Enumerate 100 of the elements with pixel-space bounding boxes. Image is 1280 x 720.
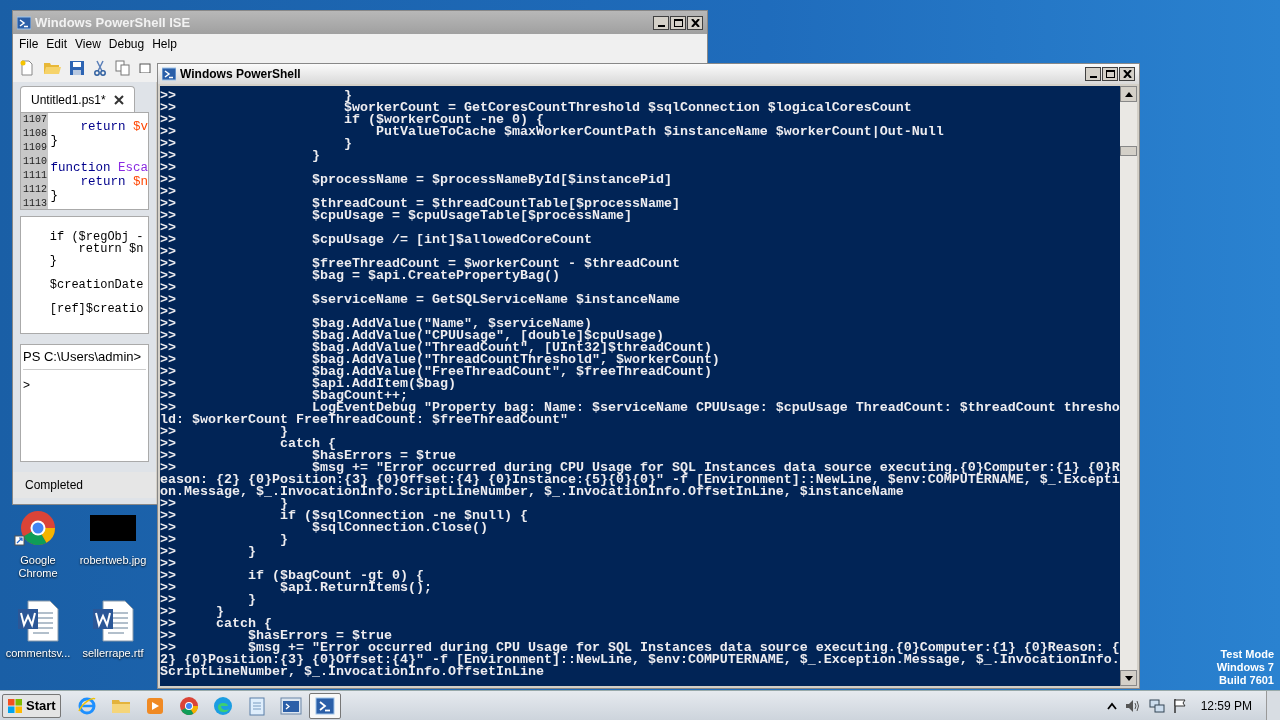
desktop-icon-label[interactable]: robertweb.jpg [79, 554, 147, 567]
maximize-button[interactable] [670, 15, 686, 30]
word-document-icon[interactable] [91, 599, 135, 643]
console-line: >> $cpuUsage /= [int]$allowedCoreCount [160, 234, 593, 246]
close-icon [690, 18, 700, 27]
desktop-icon-label[interactable]: Google Chrome [2, 554, 74, 580]
code-line: if ($regObj - [48, 231, 145, 243]
script-pane[interactable]: if ($regObj - return $n } $creationDate [ref]$creatio [20, 216, 149, 334]
close-button[interactable] [1119, 67, 1135, 81]
minimize-button[interactable] [653, 15, 669, 30]
windows-logo-icon [7, 697, 23, 714]
code-line: } [50, 134, 58, 148]
code-line: return $v [79, 120, 148, 134]
word-document-icon[interactable] [16, 599, 60, 643]
console-line: >> $cpuUsage = $cpuUsageTable[$processName] [160, 210, 632, 222]
console-line: >> $workerCount = GetCoresCountThreshold $sqlConnection $logicalCoresCount [160, 102, 913, 114]
code-line: } [50, 189, 58, 203]
console-line: ScriptLineNumber, $_.InvocationInfo.OffsetInLine [160, 666, 544, 678]
system-notice: Build 7601 [1218, 674, 1274, 687]
console-line: >> } [160, 534, 289, 546]
desktop-icon-label[interactable]: sellerrape.rtf [82, 647, 144, 660]
console-line: >> LogEventDebug "Property bag: Name: $serviceName CPUUsage: $cpuUsage ThreadCount: $threadCount thresho [160, 402, 1120, 414]
console-line: >> $serviceName = GetSQLServiceName $instanceName [160, 294, 681, 306]
minimize-button[interactable] [1085, 67, 1101, 81]
line-number: 1110 [22, 155, 48, 169]
console-line: >> [160, 246, 177, 258]
code-line: function Esca [50, 161, 148, 175]
internet-explorer-icon[interactable] [76, 695, 97, 716]
start-button[interactable]: Start [2, 693, 61, 718]
console-line: >> [160, 558, 177, 570]
clipboard-icon[interactable] [139, 63, 151, 73]
console-line: >> $bag.AddValue("CPUUsage", [double]$cpuUsage) [160, 330, 664, 342]
line-number: 1112 [22, 183, 48, 197]
scrollbar[interactable] [1120, 86, 1137, 686]
console-line: on.Message, $_.InvocationInfo.ScriptLineNumber, $_.InvocationInfo.OffsetInLine, $instanceName [160, 486, 904, 498]
console-line: >> $msg += "Error occurred during CPU Usage for SQL Instances data source executing.{0}Computer:{1} {0}R [160, 462, 1120, 474]
console-line: >> $api.AddItem($bag) [160, 378, 456, 390]
console-line: >> [160, 162, 177, 174]
taskbar-button[interactable] [308, 692, 341, 719]
powershell-icon [162, 67, 176, 81]
console-line: >> $bag.AddValue("Name", $serviceName) [160, 318, 592, 330]
file-tab[interactable]: Untitled1.ps1* [20, 86, 135, 112]
powershell-icon[interactable] [314, 696, 335, 715]
console-pane[interactable]: PS C:\Users\admin> > [20, 344, 149, 462]
prompt-symbol: > [23, 376, 30, 394]
scissors-icon[interactable] [93, 60, 107, 76]
speaker-icon[interactable] [1124, 698, 1141, 713]
window-title: Windows PowerShell ISE [35, 13, 192, 32]
console-line: >> $bag.AddValue("FreeThreadCount", $freeThreadCount) [160, 366, 712, 378]
menu-item[interactable]: Edit [44, 35, 70, 53]
console-line: >> [160, 186, 177, 198]
menu-item[interactable]: File [17, 35, 41, 53]
close-icon [1122, 70, 1132, 78]
close-button[interactable] [687, 15, 703, 30]
console-line: >> } [160, 150, 321, 162]
scroll-down-button[interactable] [1120, 670, 1137, 686]
console-line: >> } [160, 594, 257, 606]
console-line: >> } [160, 90, 352, 102]
code-line: } [48, 255, 58, 267]
console-line: >> $bagCount++; [160, 390, 408, 402]
console-line: >> $processName = $processNameById[$instancePid] [160, 174, 673, 186]
clock[interactable]: 12:59 PM [1200, 696, 1252, 715]
console-prompt: PS C:\Users\admin> [23, 347, 146, 370]
code-line: [ref]$creatio [48, 303, 145, 315]
console-line: >> if ($bagCount -gt 0) { [160, 570, 424, 582]
copy-icon[interactable] [115, 60, 131, 76]
line-number: 1108 [22, 127, 48, 141]
arrow-up-icon [1124, 91, 1133, 97]
console-line: 2} {0}Position:{3} {0}Offset:{4}" -f [Environment]::NewLine, $env:COMPUTERNAME, $_.Exception.Message, $_.InvocationInfo. [160, 654, 1120, 666]
scroll-thumb[interactable] [1120, 146, 1137, 156]
chevron-up-icon[interactable] [1106, 701, 1117, 710]
console-line: ld: $workerCount FreeThreadCount: $freeThreadCount" [160, 414, 569, 426]
network-icon[interactable] [1148, 697, 1165, 714]
console-line: >> catch { [160, 438, 336, 450]
window-title: Windows PowerShell [180, 66, 302, 83]
console-line: >> $bag.AddValue("ThreadCountThreshold", $workerCount) [160, 354, 721, 366]
arrow-down-icon [1124, 675, 1133, 681]
console-line: >> } [160, 138, 353, 150]
line-number: 1107 [22, 113, 48, 127]
menu-item[interactable]: Help [150, 35, 179, 53]
console-line: >> [160, 222, 177, 234]
console-line: >> } [160, 498, 288, 510]
console-line: >> catch { [160, 618, 272, 630]
code-line: return $n [79, 175, 148, 189]
save-icon[interactable] [69, 60, 85, 76]
code-line: return $n [78, 243, 145, 255]
maximize-button[interactable] [1102, 67, 1118, 81]
line-number: 1111 [22, 169, 48, 183]
line-number: 1113 [22, 197, 48, 209]
flag-icon[interactable] [1172, 697, 1187, 714]
console-line: eason: {2} {0}Position:{3} {0}Offset:{4} {0}Instance:{5}{0}{0}" -f [Environment]::NewLine, $env:COMPUTERNAME, $_.Excepti [160, 474, 1120, 486]
scroll-up-button[interactable] [1120, 86, 1137, 102]
close-icon[interactable] [113, 94, 124, 105]
menu-item[interactable]: Debug [106, 35, 147, 53]
chrome-icon[interactable] [178, 695, 199, 716]
console-line: >> $api.ReturnItems(); [160, 582, 433, 594]
console-line: >> } [160, 606, 224, 618]
menu-item[interactable]: View [73, 35, 103, 53]
desktop-icon-label[interactable]: commentsv... [5, 647, 71, 660]
powershell-ise-icon[interactable] [279, 696, 302, 715]
